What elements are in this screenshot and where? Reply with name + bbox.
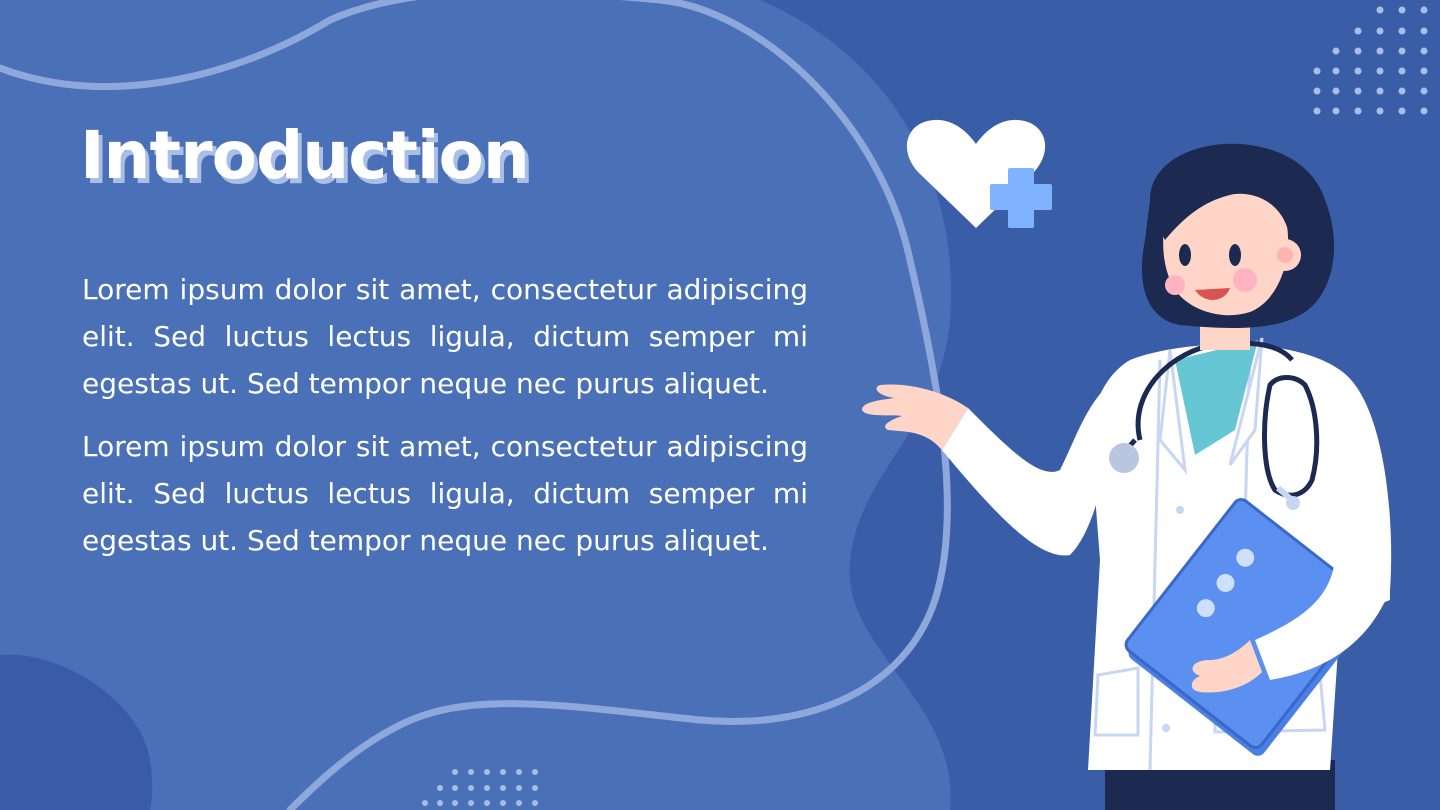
- paragraph-2: Lorem ipsum dolor sit amet, consectetur …: [82, 430, 808, 557]
- slide-title: Introduction: [80, 117, 530, 194]
- slide: Introduction Lorem ipsum dolor sit amet,…: [0, 0, 1440, 810]
- body-text: Lorem ipsum dolor sit amet, consectetur …: [82, 266, 808, 580]
- dot-grid-top-right: [1313, 6, 1428, 115]
- paragraph-1: Lorem ipsum dolor sit amet, consectetur …: [82, 273, 808, 400]
